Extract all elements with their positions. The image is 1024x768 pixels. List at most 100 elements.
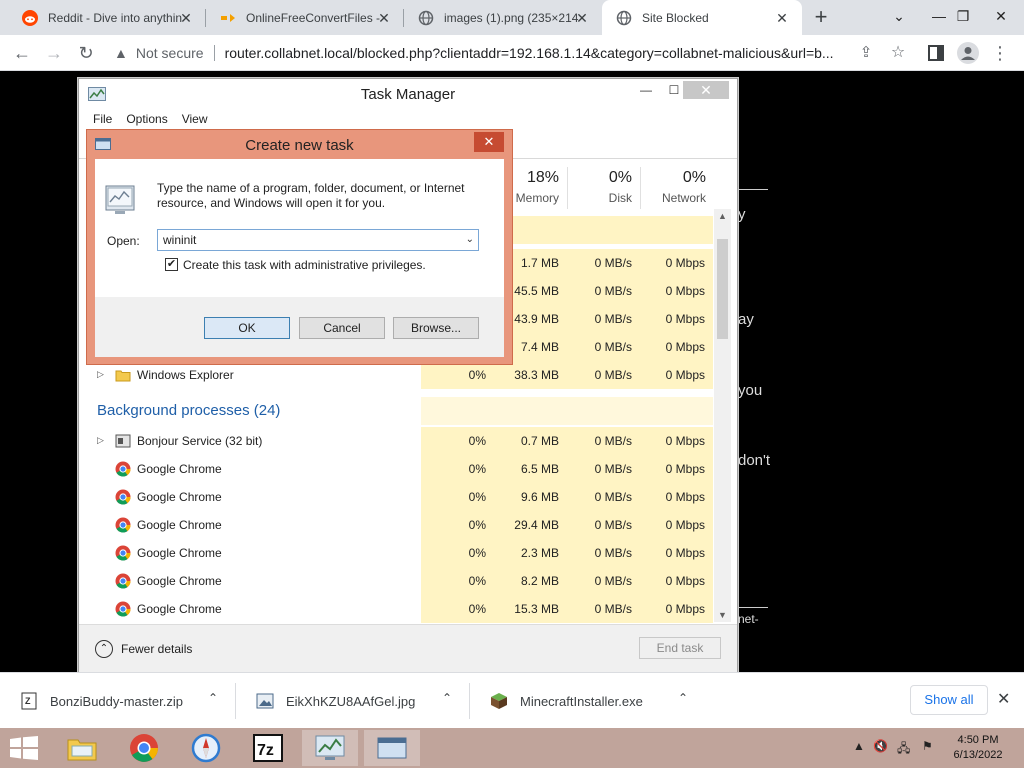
scrollbar-thumb[interactable] — [717, 239, 728, 339]
disk-cell: 0 MB/s — [567, 361, 640, 389]
side-panel-icon[interactable] — [922, 39, 950, 67]
menu-options[interactable]: Options — [126, 112, 167, 126]
tab-images-png[interactable]: images (1).png (235×214 ✕ — [404, 0, 602, 35]
process-name: Bonjour Service (32 bit) — [137, 434, 263, 448]
menu-kebab-icon[interactable]: ⋮ — [986, 39, 1014, 67]
expand-chevron-icon[interactable]: ▷ — [97, 435, 104, 446]
network-icon[interactable]: 🖧 — [897, 739, 910, 760]
network-cell: 0 Mbps — [640, 511, 713, 539]
open-input-value[interactable]: wininit — [163, 233, 196, 247]
network-cell: 0 Mbps — [640, 249, 713, 277]
download-filename: MinecraftInstaller.exe — [520, 693, 643, 709]
reload-icon[interactable]: ↻ — [72, 39, 100, 67]
process-name: Google Chrome — [137, 574, 222, 588]
windows-start-icon[interactable] — [10, 736, 38, 760]
divider — [213, 45, 215, 61]
tab-strip: Reddit - Dive into anythin ✕ OnlineFreeC… — [0, 0, 1024, 35]
page-text: don't — [738, 452, 771, 469]
browse-button[interactable]: Browse... — [393, 317, 479, 339]
forward-arrow-icon[interactable]: → — [40, 39, 68, 67]
svg-text:7z: 7z — [257, 742, 274, 759]
new-tab-button[interactable]: + — [808, 5, 834, 31]
chrome-icon — [115, 489, 131, 505]
chevron-down-icon[interactable]: ⌄ — [466, 230, 474, 250]
menu-view[interactable]: View — [182, 112, 208, 126]
network-header: Network — [661, 191, 706, 205]
share-icon[interactable]: ⇪ — [852, 39, 880, 67]
close-tab-icon[interactable]: ✕ — [774, 10, 790, 26]
page-text: ay — [738, 311, 754, 328]
tab-onlinefreeconvert[interactable]: OnlineFreeConvertFiles - ✕ — [206, 0, 404, 35]
menu-file[interactable]: File — [93, 112, 112, 126]
close-tab-icon[interactable]: ✕ — [178, 10, 194, 26]
table-row[interactable]: ▷ Bonjour Service (32 bit) 0% 0.7 MB 0 M… — [89, 427, 713, 455]
minimize-icon[interactable]: — — [631, 81, 661, 99]
close-icon[interactable]: ✕ — [997, 689, 1010, 709]
profile-avatar-icon[interactable] — [954, 39, 982, 67]
download-item[interactable]: MinecraftInstaller.exe ⌃ — [470, 673, 706, 729]
tab-reddit[interactable]: Reddit - Dive into anythin ✕ — [8, 0, 206, 35]
download-item[interactable]: Z BonziBuddy-master.zip ⌃ — [0, 673, 236, 729]
scroll-up-icon[interactable]: ▲ — [714, 211, 731, 221]
disk-header: Disk — [608, 191, 632, 205]
chevron-up-icon[interactable]: ⌃ — [678, 691, 688, 705]
cancel-button[interactable]: Cancel — [299, 317, 385, 339]
taskbar: 7z ▲ 🔇 🖧 ⚑ 4:50 PM 6/13/2022 — [0, 728, 1024, 768]
close-icon[interactable]: ✕ — [683, 81, 729, 99]
page-text: you — [738, 382, 763, 399]
close-tab-icon[interactable]: ✕ — [574, 10, 590, 26]
scroll-down-icon[interactable]: ▼ — [714, 610, 731, 620]
bookmark-star-icon[interactable]: ☆ — [884, 39, 912, 67]
disk-cell: 0 MB/s — [567, 427, 640, 455]
task-manager-taskbar-icon[interactable] — [302, 730, 358, 766]
show-hidden-icons-chevron-icon[interactable]: ▲ — [853, 739, 865, 753]
close-window-icon[interactable]: ✕ — [978, 0, 1024, 32]
tab-title: Site Blocked — [642, 10, 709, 25]
file-explorer-icon[interactable] — [54, 730, 110, 766]
column-network[interactable]: 0% Network — [641, 167, 714, 209]
table-row[interactable]: Google Chrome 0% 6.5 MB 0 MB/s 0 Mbps — [89, 455, 713, 483]
back-arrow-icon[interactable]: ← — [8, 39, 36, 67]
expand-chevron-icon[interactable]: ▷ — [97, 369, 104, 380]
volume-muted-icon[interactable]: 🔇 — [873, 739, 888, 753]
system-clock[interactable]: 4:50 PM 6/13/2022 — [948, 733, 1008, 763]
ok-button[interactable]: OK — [204, 317, 290, 339]
vertical-scrollbar[interactable]: ▲ ▼ — [714, 209, 731, 622]
table-row[interactable]: Google Chrome 0% 2.3 MB 0 MB/s 0 Mbps — [89, 539, 713, 567]
column-disk[interactable]: 0% Disk — [568, 167, 641, 209]
chevron-up-icon[interactable]: ⌃ — [208, 691, 218, 705]
title-bar[interactable]: Task Manager — ☐ ✕ — [79, 79, 737, 109]
chrome-icon — [115, 545, 131, 561]
close-icon[interactable]: ✕ — [474, 132, 504, 152]
tab-site-blocked[interactable]: Site Blocked ✕ — [602, 0, 802, 35]
dialog-title-bar[interactable]: Create new task ✕ — [87, 130, 512, 158]
action-center-flag-icon[interactable]: ⚑ — [922, 739, 933, 753]
table-row[interactable]: Google Chrome 0% 15.3 MB 0 MB/s 0 Mbps — [89, 595, 713, 623]
open-combobox[interactable]: wininit ⌄ — [157, 229, 479, 251]
run-window-taskbar-icon[interactable] — [364, 730, 420, 766]
address-bar[interactable]: ▲ Not secure router.collabnet.local/bloc… — [106, 39, 916, 67]
url-text[interactable]: router.collabnet.local/blocked.php?clien… — [225, 45, 845, 61]
cpu-cell: 0% — [421, 361, 494, 389]
table-row[interactable]: Google Chrome 0% 9.6 MB 0 MB/s 0 Mbps — [89, 483, 713, 511]
close-tab-icon[interactable]: ✕ — [376, 10, 392, 26]
convert-arrow-icon — [220, 10, 236, 26]
table-row[interactable]: ▷ Windows Explorer 0% 38.3 MB 0 MB/s 0 M… — [89, 361, 713, 389]
table-row[interactable]: Google Chrome 0% 29.4 MB 0 MB/s 0 Mbps — [89, 511, 713, 539]
network-cell: 0 Mbps — [640, 455, 713, 483]
disk-cell: 0 MB/s — [567, 539, 640, 567]
safari-compass-icon[interactable] — [178, 730, 234, 766]
disk-percent: 0% — [608, 169, 632, 186]
admin-privileges-checkbox[interactable]: ✔ — [165, 258, 178, 271]
fewer-details-button[interactable]: ⌃ Fewer details — [95, 640, 192, 658]
end-task-button[interactable]: End task — [639, 637, 721, 659]
download-item[interactable]: EikXhKZU8AAfGel.jpg ⌃ — [236, 673, 470, 729]
chevron-up-icon[interactable]: ⌃ — [442, 691, 452, 705]
table-row[interactable]: Google Chrome 0% 8.2 MB 0 MB/s 0 Mbps — [89, 567, 713, 595]
admin-privileges-label[interactable]: Create this task with administrative pri… — [183, 258, 426, 272]
7zip-icon[interactable]: 7z — [240, 730, 296, 766]
disk-cell: 0 MB/s — [567, 333, 640, 361]
chrome-icon[interactable] — [116, 730, 172, 766]
show-all-button[interactable]: Show all — [910, 685, 988, 715]
warning-triangle-icon[interactable]: ▲ — [114, 45, 128, 61]
